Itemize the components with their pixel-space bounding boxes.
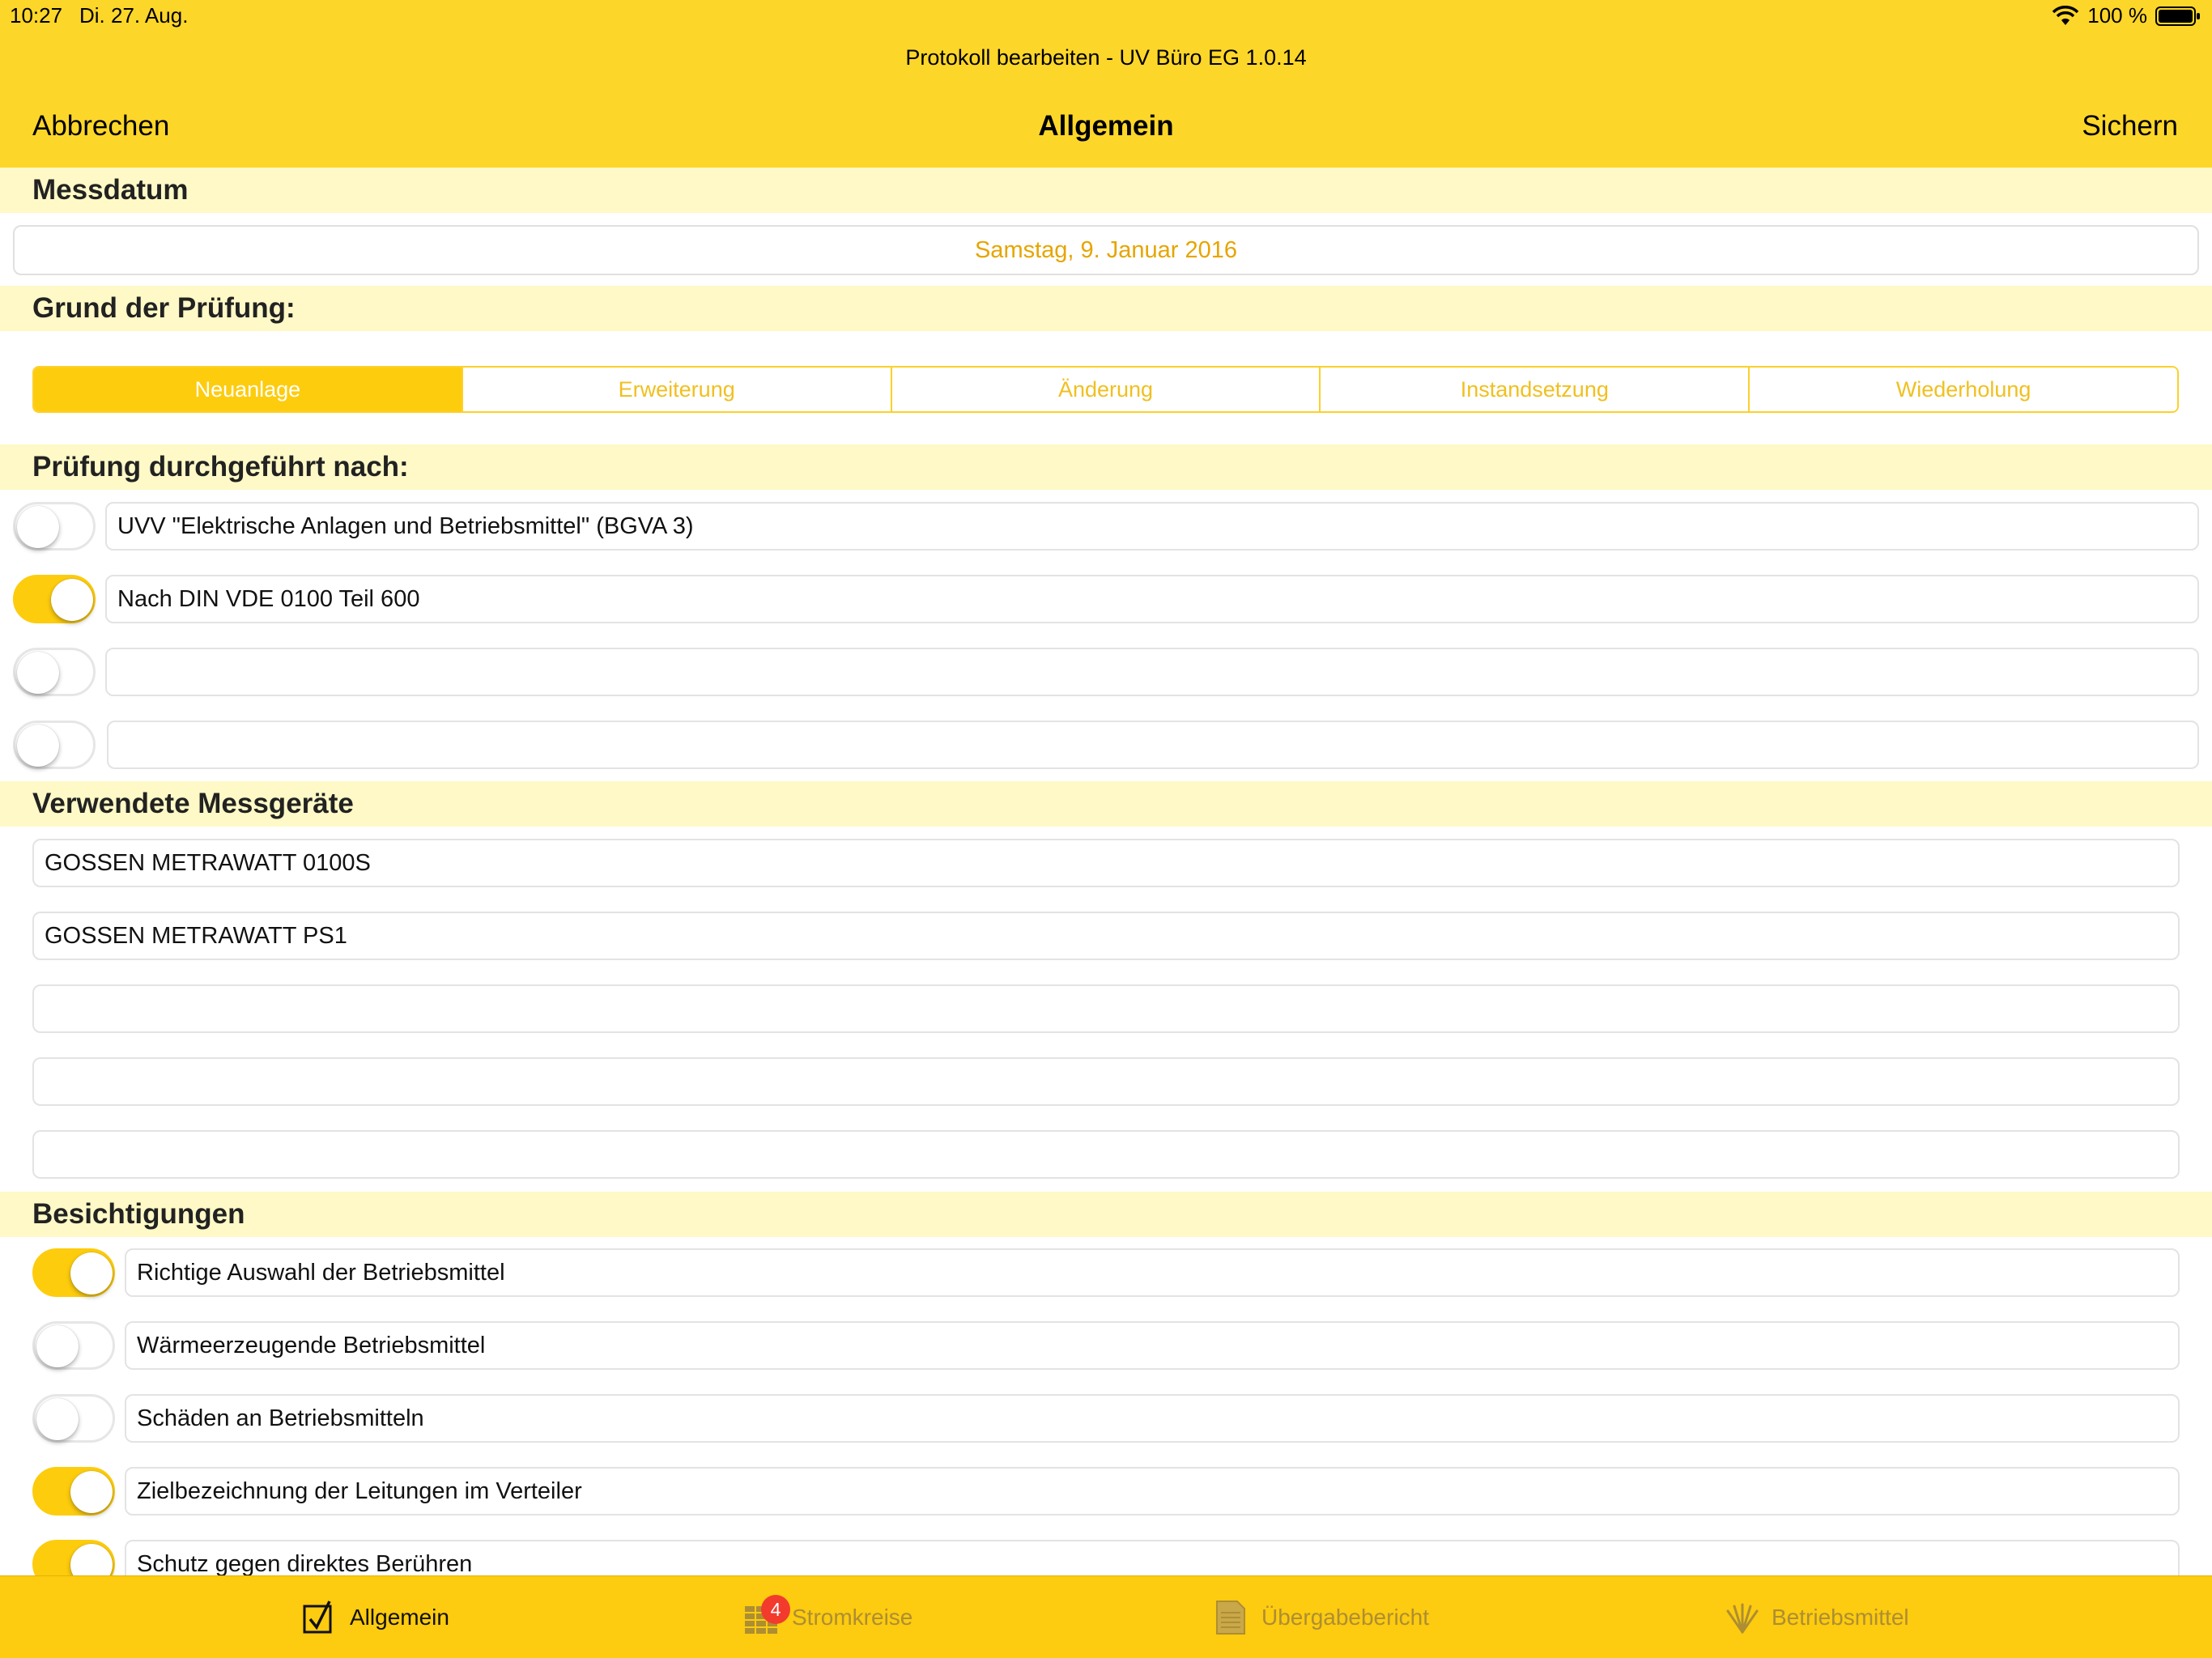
pruefung-field-3[interactable] xyxy=(105,648,2199,696)
spark-icon xyxy=(1725,1600,1759,1635)
tab-uebergabebericht[interactable]: Übergabebericht xyxy=(1214,1576,1429,1658)
segment-erweiterung[interactable]: Erweiterung xyxy=(461,368,891,411)
header: 10:27 Di. 27. Aug. 100 % Protokoll bearb… xyxy=(0,0,2212,168)
segment-instandsetzung[interactable]: Instandsetzung xyxy=(1319,368,1749,411)
save-button[interactable]: Sichern xyxy=(2082,110,2178,142)
checkbox-icon xyxy=(303,1600,335,1635)
battery-icon xyxy=(2155,6,2201,27)
page-title: Allgemein xyxy=(1038,110,1174,142)
wifi-icon xyxy=(2052,5,2079,27)
date-field[interactable]: Samstag, 9. Januar 2016 xyxy=(13,225,2199,275)
toggle-knob xyxy=(17,506,59,548)
pruefung-toggle-1[interactable] xyxy=(13,502,96,551)
tab-uebergabebericht-label: Übergabebericht xyxy=(1261,1605,1430,1630)
segment-wiederholung[interactable]: Wiederholung xyxy=(1748,368,2177,411)
section-besichtigungen: Besichtigungen xyxy=(0,1192,2212,1237)
segment-neuanlage[interactable]: Neuanlage xyxy=(34,368,462,411)
window-title: Protokoll bearbeiten - UV Büro EG 1.0.14 xyxy=(905,45,1307,70)
status-right: 100 % xyxy=(2052,3,2201,28)
inspection-field-1[interactable]: Richtige Auswahl der Betriebsmittel xyxy=(125,1248,2180,1297)
pruefung-toggle-4[interactable] xyxy=(13,721,96,769)
section-messdatum: Messdatum xyxy=(0,168,2212,213)
device-field-5[interactable] xyxy=(32,1130,2180,1179)
pruefung-field-4[interactable] xyxy=(107,721,2199,769)
section-messgeraete: Verwendete Messgeräte xyxy=(0,781,2212,827)
toggle-knob xyxy=(51,579,93,621)
section-pruefung: Prüfung durchgeführt nach: xyxy=(0,444,2212,490)
tab-bar: Allgemein 4 Stromkreise Übergabebericht … xyxy=(0,1575,2212,1658)
status-date: Di. 27. Aug. xyxy=(79,3,189,28)
inspection-toggle-1[interactable] xyxy=(32,1248,115,1297)
inspection-toggle-3[interactable] xyxy=(32,1394,115,1443)
toggle-knob xyxy=(17,725,59,767)
tab-stromkreise[interactable]: 4 Stromkreise xyxy=(745,1576,912,1658)
section-grund: Grund der Prüfung: xyxy=(0,286,2212,331)
toggle-knob xyxy=(70,1252,113,1295)
tab-allgemein[interactable]: Allgemein xyxy=(303,1576,449,1658)
toggle-knob xyxy=(70,1471,113,1513)
device-field-4[interactable] xyxy=(32,1057,2180,1106)
segment-aenderung[interactable]: Änderung xyxy=(890,368,1320,411)
device-field-1[interactable]: GOSSEN METRAWATT 0100S xyxy=(32,839,2180,887)
pruefung-toggle-3[interactable] xyxy=(13,648,96,696)
toggle-knob xyxy=(36,1398,79,1440)
inspection-toggle-2[interactable] xyxy=(32,1321,115,1370)
device-field-3[interactable] xyxy=(32,984,2180,1033)
device-field-2[interactable]: GOSSEN METRAWATT PS1 xyxy=(32,912,2180,960)
tab-betriebsmittel-label: Betriebsmittel xyxy=(1772,1605,1909,1630)
stromkreise-badge: 4 xyxy=(761,1595,790,1624)
pruefung-toggle-2[interactable] xyxy=(13,575,96,623)
pruefung-field-2[interactable]: Nach DIN VDE 0100 Teil 600 xyxy=(105,575,2199,623)
tab-stromkreise-label: Stromkreise xyxy=(792,1605,913,1630)
cancel-button[interactable]: Abbrechen xyxy=(32,110,169,142)
inspection-field-2[interactable]: Wärmeerzeugende Betriebsmittel xyxy=(125,1321,2180,1370)
inspection-field-4[interactable]: Zielbezeichnung der Leitungen im Verteil… xyxy=(125,1467,2180,1516)
tab-betriebsmittel[interactable]: Betriebsmittel xyxy=(1725,1576,1909,1658)
tab-allgemein-label: Allgemein xyxy=(350,1605,449,1630)
document-icon xyxy=(1214,1600,1247,1635)
inspection-field-3[interactable]: Schäden an Betriebsmitteln xyxy=(125,1394,2180,1443)
status-time: 10:27 xyxy=(10,3,63,28)
toggle-knob xyxy=(17,652,59,694)
grid-icon: 4 xyxy=(745,1595,790,1635)
battery-percent: 100 % xyxy=(2087,3,2147,28)
toggle-knob xyxy=(36,1325,79,1367)
inspection-toggle-4[interactable] xyxy=(32,1467,115,1516)
reason-segmented-control: Neuanlage Erweiterung Änderung Instandse… xyxy=(32,366,2179,413)
pruefung-field-1[interactable]: UVV "Elektrische Anlagen und Betriebsmit… xyxy=(105,502,2199,551)
